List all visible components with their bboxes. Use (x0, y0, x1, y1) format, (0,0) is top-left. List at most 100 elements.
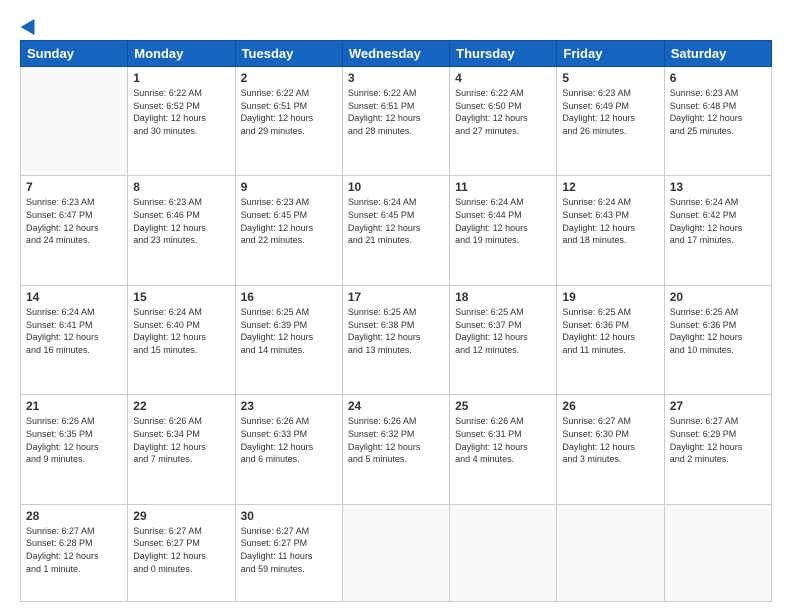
cell-info: Sunrise: 6:23 AMSunset: 6:45 PMDaylight:… (241, 196, 337, 246)
day-header-wednesday: Wednesday (342, 41, 449, 67)
calendar-cell: 21Sunrise: 6:26 AMSunset: 6:35 PMDayligh… (21, 395, 128, 504)
calendar-table: SundayMondayTuesdayWednesdayThursdayFrid… (20, 40, 772, 602)
cell-info: Sunrise: 6:22 AMSunset: 6:50 PMDaylight:… (455, 87, 551, 137)
calendar-cell: 14 Sunrise: 6:24 AMSunset: 6:41 PMDayligh… (21, 285, 128, 394)
day-number: 17 (348, 290, 444, 304)
calendar-cell: 5 Sunrise: 6:23 AMSunset: 6:49 PMDaylight… (557, 67, 664, 176)
day-number: 16 (241, 290, 337, 304)
calendar-cell: 30 Sunrise: 6:27 AMSunset: 6:27 PMDayligh… (235, 504, 342, 601)
day-number: 19 (562, 290, 658, 304)
cell-info: Sunrise: 6:23 AMSunset: 6:47 PMDaylight:… (26, 196, 122, 246)
day-number: 30 (241, 509, 337, 523)
day-number: 12 (562, 180, 658, 194)
day-number: 13 (670, 180, 766, 194)
cell-info: Sunrise: 6:26 AMSunset: 6:33 PMDaylight:… (241, 415, 337, 465)
cell-info: Sunrise: 6:23 AMSunset: 6:46 PMDaylight:… (133, 196, 229, 246)
cell-info: Sunrise: 6:25 AMSunset: 6:37 PMDaylight:… (455, 306, 551, 356)
calendar-cell: 9 Sunrise: 6:23 AMSunset: 6:45 PMDaylight… (235, 176, 342, 285)
cell-info: Sunrise: 6:27 AMSunset: 6:27 PMDaylight:… (241, 525, 337, 575)
day-number: 23 (241, 399, 337, 413)
day-number: 5 (562, 71, 658, 85)
calendar-cell: 28 Sunrise: 6:27 AMSunset: 6:28 PMDayligh… (21, 504, 128, 601)
cell-info: Sunrise: 6:24 AMSunset: 6:43 PMDaylight:… (562, 196, 658, 246)
day-number: 25 (455, 399, 551, 413)
cell-info: Sunrise: 6:24 AMSunset: 6:42 PMDaylight:… (670, 196, 766, 246)
calendar-cell: 6 Sunrise: 6:23 AMSunset: 6:48 PMDaylight… (664, 67, 771, 176)
day-number: 11 (455, 180, 551, 194)
day-number: 22 (133, 399, 229, 413)
calendar-cell: 12 Sunrise: 6:24 AMSunset: 6:43 PMDayligh… (557, 176, 664, 285)
day-number: 4 (455, 71, 551, 85)
day-header-friday: Friday (557, 41, 664, 67)
day-number: 15 (133, 290, 229, 304)
cell-info: Sunrise: 6:23 AMSunset: 6:49 PMDaylight:… (562, 87, 658, 137)
calendar-cell: 24Sunrise: 6:26 AMSunset: 6:32 PMDayligh… (342, 395, 449, 504)
day-number: 21 (26, 399, 122, 413)
calendar-cell: 8 Sunrise: 6:23 AMSunset: 6:46 PMDaylight… (128, 176, 235, 285)
calendar-cell: 27Sunrise: 6:27 AMSunset: 6:29 PMDayligh… (664, 395, 771, 504)
calendar-cell: 22 Sunrise: 6:26 AMSunset: 6:34 PMDayligh… (128, 395, 235, 504)
cell-info: Sunrise: 6:23 AMSunset: 6:48 PMDaylight:… (670, 87, 766, 137)
cell-info: Sunrise: 6:24 AMSunset: 6:41 PMDaylight:… (26, 306, 122, 356)
day-number: 26 (562, 399, 658, 413)
calendar-week-row: 28 Sunrise: 6:27 AMSunset: 6:28 PMDayligh… (21, 504, 772, 601)
day-number: 20 (670, 290, 766, 304)
calendar-week-row: 7 Sunrise: 6:23 AMSunset: 6:47 PMDaylight… (21, 176, 772, 285)
day-number: 29 (133, 509, 229, 523)
day-number: 10 (348, 180, 444, 194)
calendar-cell (664, 504, 771, 601)
calendar-cell (557, 504, 664, 601)
logo-triangle-icon (21, 15, 42, 35)
cell-info: Sunrise: 6:24 AMSunset: 6:44 PMDaylight:… (455, 196, 551, 246)
day-number: 14 (26, 290, 122, 304)
cell-info: Sunrise: 6:22 AMSunset: 6:51 PMDaylight:… (348, 87, 444, 137)
calendar-cell: 2Sunrise: 6:22 AMSunset: 6:51 PMDaylight… (235, 67, 342, 176)
calendar-cell: 11 Sunrise: 6:24 AMSunset: 6:44 PMDayligh… (450, 176, 557, 285)
day-number: 6 (670, 71, 766, 85)
calendar-cell: 4 Sunrise: 6:22 AMSunset: 6:50 PMDaylight… (450, 67, 557, 176)
cell-info: Sunrise: 6:27 AMSunset: 6:30 PMDaylight:… (562, 415, 658, 465)
cell-info: Sunrise: 6:25 AMSunset: 6:36 PMDaylight:… (562, 306, 658, 356)
calendar-cell: 25 Sunrise: 6:26 AMSunset: 6:31 PMDayligh… (450, 395, 557, 504)
page: SundayMondayTuesdayWednesdayThursdayFrid… (0, 0, 792, 612)
calendar-cell (450, 504, 557, 601)
calendar-cell: 3Sunrise: 6:22 AMSunset: 6:51 PMDaylight… (342, 67, 449, 176)
calendar-cell: 26 Sunrise: 6:27 AMSunset: 6:30 PMDayligh… (557, 395, 664, 504)
day-number: 18 (455, 290, 551, 304)
calendar-week-row: 21Sunrise: 6:26 AMSunset: 6:35 PMDayligh… (21, 395, 772, 504)
calendar-cell: 1Sunrise: 6:22 AMSunset: 6:52 PMDaylight… (128, 67, 235, 176)
calendar-week-row: 14 Sunrise: 6:24 AMSunset: 6:41 PMDayligh… (21, 285, 772, 394)
calendar-cell: 16Sunrise: 6:25 AMSunset: 6:39 PMDayligh… (235, 285, 342, 394)
cell-info: Sunrise: 6:25 AMSunset: 6:36 PMDaylight:… (670, 306, 766, 356)
calendar-cell (21, 67, 128, 176)
calendar-cell: 20 Sunrise: 6:25 AMSunset: 6:36 PMDayligh… (664, 285, 771, 394)
logo (20, 18, 39, 34)
day-header-saturday: Saturday (664, 41, 771, 67)
calendar-cell (342, 504, 449, 601)
header (20, 18, 772, 34)
calendar-cell: 23 Sunrise: 6:26 AMSunset: 6:33 PMDayligh… (235, 395, 342, 504)
cell-info: Sunrise: 6:26 AMSunset: 6:34 PMDaylight:… (133, 415, 229, 465)
calendar-cell: 13 Sunrise: 6:24 AMSunset: 6:42 PMDayligh… (664, 176, 771, 285)
cell-info: Sunrise: 6:25 AMSunset: 6:38 PMDaylight:… (348, 306, 444, 356)
day-number: 28 (26, 509, 122, 523)
calendar-week-row: 1Sunrise: 6:22 AMSunset: 6:52 PMDaylight… (21, 67, 772, 176)
day-number: 7 (26, 180, 122, 194)
calendar-cell: 15 Sunrise: 6:24 AMSunset: 6:40 PMDayligh… (128, 285, 235, 394)
cell-info: Sunrise: 6:24 AMSunset: 6:40 PMDaylight:… (133, 306, 229, 356)
cell-info: Sunrise: 6:22 AMSunset: 6:51 PMDaylight:… (241, 87, 337, 137)
day-number: 8 (133, 180, 229, 194)
cell-info: Sunrise: 6:26 AMSunset: 6:31 PMDaylight:… (455, 415, 551, 465)
calendar-cell: 18 Sunrise: 6:25 AMSunset: 6:37 PMDayligh… (450, 285, 557, 394)
day-header-sunday: Sunday (21, 41, 128, 67)
cell-info: Sunrise: 6:22 AMSunset: 6:52 PMDaylight:… (133, 87, 229, 137)
calendar-cell: 10Sunrise: 6:24 AMSunset: 6:45 PMDayligh… (342, 176, 449, 285)
cell-info: Sunrise: 6:27 AMSunset: 6:28 PMDaylight:… (26, 525, 122, 575)
day-header-tuesday: Tuesday (235, 41, 342, 67)
day-number: 24 (348, 399, 444, 413)
day-number: 9 (241, 180, 337, 194)
day-number: 27 (670, 399, 766, 413)
day-header-thursday: Thursday (450, 41, 557, 67)
cell-info: Sunrise: 6:27 AMSunset: 6:27 PMDaylight:… (133, 525, 229, 575)
calendar-cell: 19 Sunrise: 6:25 AMSunset: 6:36 PMDayligh… (557, 285, 664, 394)
